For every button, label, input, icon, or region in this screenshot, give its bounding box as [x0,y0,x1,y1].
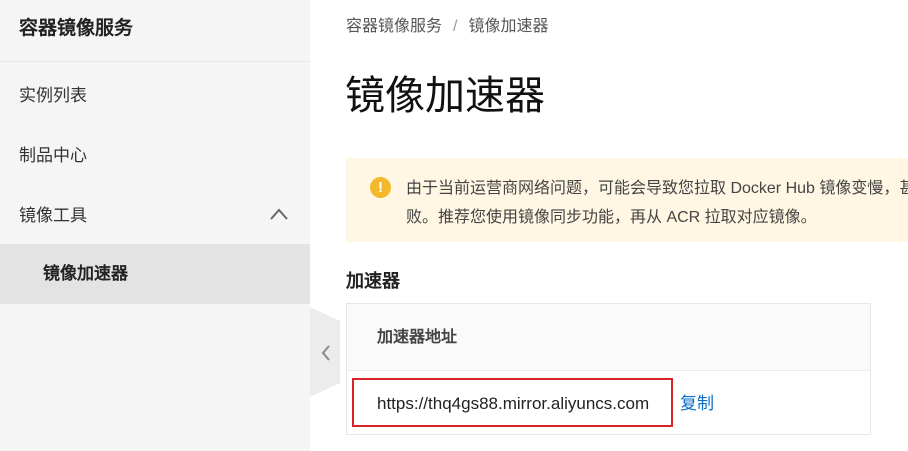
breadcrumb-separator: / [453,18,458,35]
collapse-sidebar-button[interactable] [310,307,340,397]
notice-text: 由于当前运营商网络问题，可能会导致您拉取 Docker Hub 镜像变慢，甚至失… [406,180,908,226]
sidebar-item-label: 镜像工具 [19,206,87,225]
sidebar-item-instance-list[interactable]: 实例列表 [0,66,310,126]
breadcrumb: 容器镜像服务 / 镜像加速器 [346,16,548,38]
warning-notice: ! 由于当前运营商网络问题，可能会导致您拉取 Docker Hub 镜像变慢，甚… [346,158,908,242]
sidebar-item-image-accelerator[interactable]: 镜像加速器 [0,244,310,304]
accelerator-url: https://thq4gs88.mirror.aliyuncs.com [377,394,650,413]
breadcrumb-root[interactable]: 容器镜像服务 [346,18,442,35]
sidebar-item-artifact-center[interactable]: 制品中心 [0,126,310,186]
sidebar: 容器镜像服务 实例列表 制品中心 镜像工具 镜像加速器 [0,0,310,451]
breadcrumb-current: 镜像加速器 [468,18,549,35]
page-title: 镜像加速器 [345,74,545,118]
sidebar-item-image-tools[interactable]: 镜像工具 [0,186,310,246]
column-header: 加速器地址 [347,304,870,371]
section-title: 加速器 [346,271,400,291]
accelerator-table: 加速器地址 https://thq4gs88.mirror.aliyuncs.c… [346,303,871,435]
chevron-up-icon[interactable] [270,208,288,220]
sidebar-title: 容器镜像服务 [0,0,310,62]
warning-icon: ! [370,177,391,198]
copy-link[interactable]: 复制 [680,392,714,416]
